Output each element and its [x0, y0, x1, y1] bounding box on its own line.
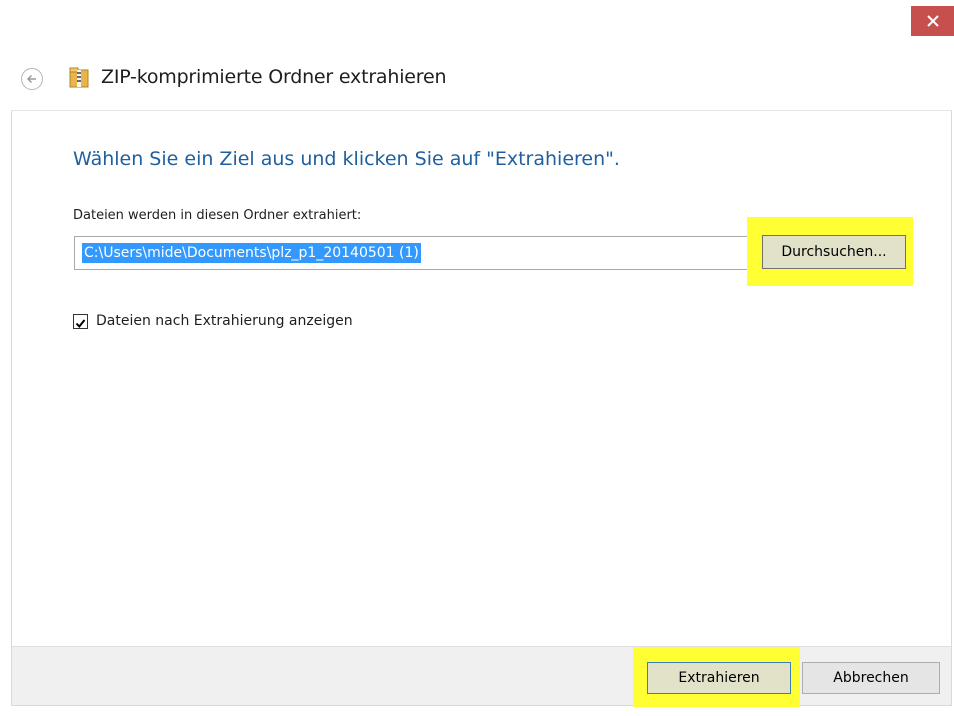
- destination-path-value: C:\Users\mide\Documents\plz_p1_20140501 …: [82, 243, 421, 263]
- back-arrow-icon: [26, 74, 36, 84]
- instruction-heading: Wählen Sie ein Ziel aus und klicken Sie …: [73, 148, 620, 170]
- dialog-content: Wählen Sie ein Ziel aus und klicken Sie …: [11, 110, 952, 646]
- destination-path-input[interactable]: C:\Users\mide\Documents\plz_p1_20140501 …: [74, 236, 748, 270]
- checkmark-icon: [75, 319, 86, 329]
- destination-label: Dateien werden in diesen Ordner extrahie…: [73, 208, 362, 223]
- show-files-label: Dateien nach Extrahierung anzeigen: [96, 313, 353, 329]
- extract-button[interactable]: Extrahieren: [647, 662, 791, 694]
- back-button[interactable]: [21, 68, 43, 90]
- title-bar: ZIP-komprimierte Ordner extrahieren: [0, 54, 954, 104]
- close-icon: [926, 15, 939, 27]
- close-button[interactable]: [911, 6, 954, 36]
- cancel-button[interactable]: Abbrechen: [802, 662, 940, 694]
- browse-button[interactable]: Durchsuchen...: [762, 235, 906, 269]
- window-title: ZIP-komprimierte Ordner extrahieren: [101, 66, 447, 88]
- dialog-footer: Extrahieren Abbrechen: [11, 646, 952, 707]
- zip-folder-icon: [69, 67, 89, 88]
- show-files-checkbox[interactable]: [73, 314, 88, 329]
